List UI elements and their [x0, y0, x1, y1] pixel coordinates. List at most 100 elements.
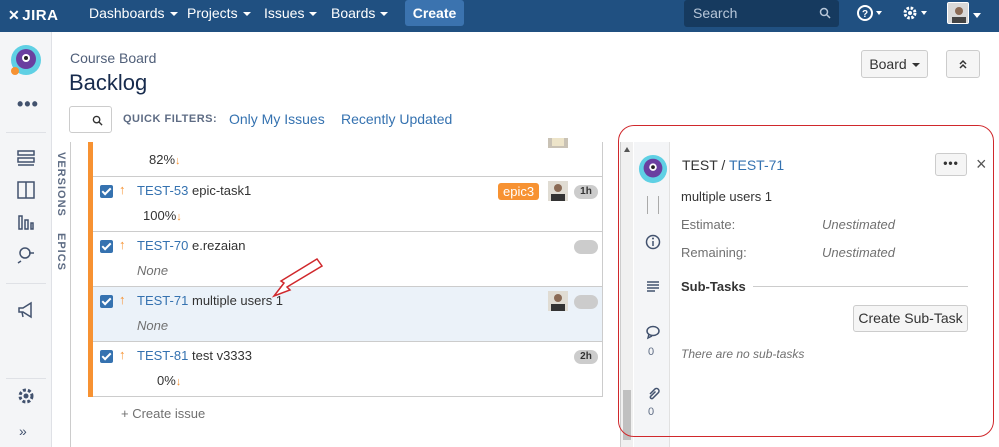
- epic-badge[interactable]: epic3: [498, 183, 540, 200]
- progress-arrow-icon: ↓: [175, 155, 181, 167]
- progress-value: 100%: [143, 208, 177, 223]
- board-button-label: Board: [869, 56, 907, 72]
- project-avatar-icon[interactable]: [10, 44, 42, 76]
- issue-summary: epic-task1: [192, 183, 252, 198]
- table-row-selected[interactable]: ↑ TEST-71 multiple users 1 None: [93, 287, 602, 342]
- search-icon: [92, 115, 103, 126]
- nav-projects[interactable]: Projects: [187, 0, 251, 32]
- sidebar-divider: [6, 283, 46, 284]
- progress-value: 82%: [149, 152, 176, 167]
- sidebar-divider: [6, 378, 46, 379]
- issue-key-link[interactable]: TEST-70: [137, 238, 188, 253]
- detail-project-link[interactable]: TEST: [682, 157, 718, 173]
- create-button[interactable]: Create: [405, 0, 464, 26]
- chevron-down-icon: [911, 63, 920, 68]
- avatar: [548, 138, 568, 148]
- create-subtask-button[interactable]: Create Sub-Task: [853, 305, 968, 332]
- chevron-down-icon[interactable]: [973, 13, 981, 18]
- collapse-header-button[interactable]: [946, 50, 980, 78]
- backlog-search-input[interactable]: [69, 106, 112, 133]
- table-row[interactable]: 82%↓: [93, 138, 602, 177]
- expand-sidebar-icon[interactable]: »: [19, 423, 27, 439]
- page-title: Backlog: [69, 70, 148, 95]
- table-row[interactable]: ↑ TEST-81 test v3333 2h 0%↓: [93, 342, 602, 397]
- progress-arrow-icon: ↓: [175, 376, 182, 388]
- reports-icon[interactable]: [16, 212, 36, 232]
- scrollbar-thumb[interactable]: [623, 390, 631, 440]
- board-columns-icon[interactable]: [16, 180, 36, 200]
- more-actions-button[interactable]: •••: [935, 153, 967, 176]
- nav-issues-label: Issues: [264, 5, 305, 21]
- left-sidebar: ••• »: [0, 32, 52, 447]
- help-menu[interactable]: ?: [857, 5, 883, 26]
- issue-type-checkbox-icon: [100, 240, 113, 253]
- help-icon: ?: [857, 5, 882, 21]
- gear-icon[interactable]: [16, 386, 36, 406]
- board-dropdown-button[interactable]: Board: [861, 50, 928, 78]
- chevron-down-icon: [242, 12, 251, 17]
- settings-menu[interactable]: [902, 5, 928, 26]
- subtask-info: None: [137, 263, 169, 278]
- comment-icon[interactable]: [645, 324, 661, 340]
- avatar: [548, 291, 568, 311]
- priority-high-icon: ↑: [119, 292, 126, 307]
- assignee-avatar-icon: [548, 181, 568, 201]
- filter-only-my-issues[interactable]: Only My Issues: [229, 111, 325, 127]
- quick-filters-label: QUICK FILTERS:: [123, 113, 218, 125]
- remaining-label: Remaining:: [681, 245, 747, 260]
- detail-summary[interactable]: multiple users 1: [681, 189, 772, 204]
- estimate-label: Estimate:: [681, 217, 736, 232]
- double-chevron-up-icon: [959, 59, 967, 69]
- drag-handle-icon[interactable]: [647, 196, 659, 214]
- issue-key-link[interactable]: TEST-81: [137, 348, 188, 363]
- nav-boards[interactable]: Boards: [331, 0, 389, 32]
- table-row[interactable]: ↑ TEST-70 e.rezaian None: [93, 232, 602, 287]
- issue-summary: e.rezaian: [192, 238, 246, 253]
- backlog-icon[interactable]: [16, 148, 36, 168]
- progress-text: 82%↓: [149, 152, 181, 167]
- megaphone-icon[interactable]: [16, 300, 36, 320]
- info-icon[interactable]: [645, 234, 661, 250]
- nav-dashboards[interactable]: Dashboards: [89, 0, 178, 32]
- table-row[interactable]: ↑ TEST-53 epic-task1 epic3 1h 100%↓: [93, 177, 602, 232]
- subtasks-heading: Sub-Tasks: [681, 279, 746, 294]
- search-icon: [819, 7, 831, 19]
- gear-icon: [903, 6, 927, 20]
- progress-value: 0%: [157, 373, 176, 388]
- assignee-avatar-icon: [548, 291, 568, 311]
- jira-logo-icon: ✕: [8, 7, 21, 23]
- tab-epics[interactable]: EPICS: [55, 233, 67, 271]
- panel-divider: [70, 142, 71, 447]
- remaining-value[interactable]: Unestimated: [822, 245, 895, 260]
- jira-logo[interactable]: ✕ JIRA: [8, 7, 58, 24]
- search-input[interactable]: Search: [684, 0, 839, 27]
- issue-type-checkbox-icon: [100, 350, 113, 363]
- user-avatar[interactable]: [947, 2, 969, 24]
- estimate-badge: [574, 295, 598, 309]
- breadcrumb[interactable]: Course Board: [70, 50, 156, 66]
- estimate-value[interactable]: Unestimated: [822, 217, 895, 232]
- filter-recently-updated[interactable]: Recently Updated: [341, 111, 452, 127]
- detail-issue-key-link[interactable]: TEST-71: [729, 157, 784, 173]
- progress-text: 100%↓: [143, 208, 182, 223]
- issue-detail-panel: [620, 142, 999, 447]
- attachment-icon[interactable]: [645, 386, 661, 402]
- close-icon[interactable]: ×: [976, 154, 987, 175]
- sidebar-divider: [6, 132, 46, 133]
- priority-high-icon: ↑: [119, 237, 126, 252]
- priority-high-icon: ↑: [119, 182, 126, 197]
- issue-key-link[interactable]: TEST-71: [137, 293, 188, 308]
- issue-key-link[interactable]: TEST-53: [137, 183, 188, 198]
- progress-arrow-icon: ↓: [176, 211, 182, 223]
- jira-logo-text: JIRA: [22, 7, 59, 24]
- chevron-down-icon: [380, 12, 389, 17]
- nav-dashboards-label: Dashboards: [89, 5, 165, 21]
- scroll-up-icon[interactable]: [624, 147, 630, 152]
- more-icon[interactable]: •••: [17, 94, 39, 115]
- no-subtasks-text: There are no sub-tasks: [681, 347, 805, 361]
- nav-issues[interactable]: Issues: [264, 0, 318, 32]
- description-icon[interactable]: [645, 279, 661, 295]
- tab-versions[interactable]: VERSIONS: [55, 152, 67, 217]
- issue-search-icon[interactable]: [16, 244, 36, 264]
- create-issue-link[interactable]: + Create issue: [121, 406, 205, 421]
